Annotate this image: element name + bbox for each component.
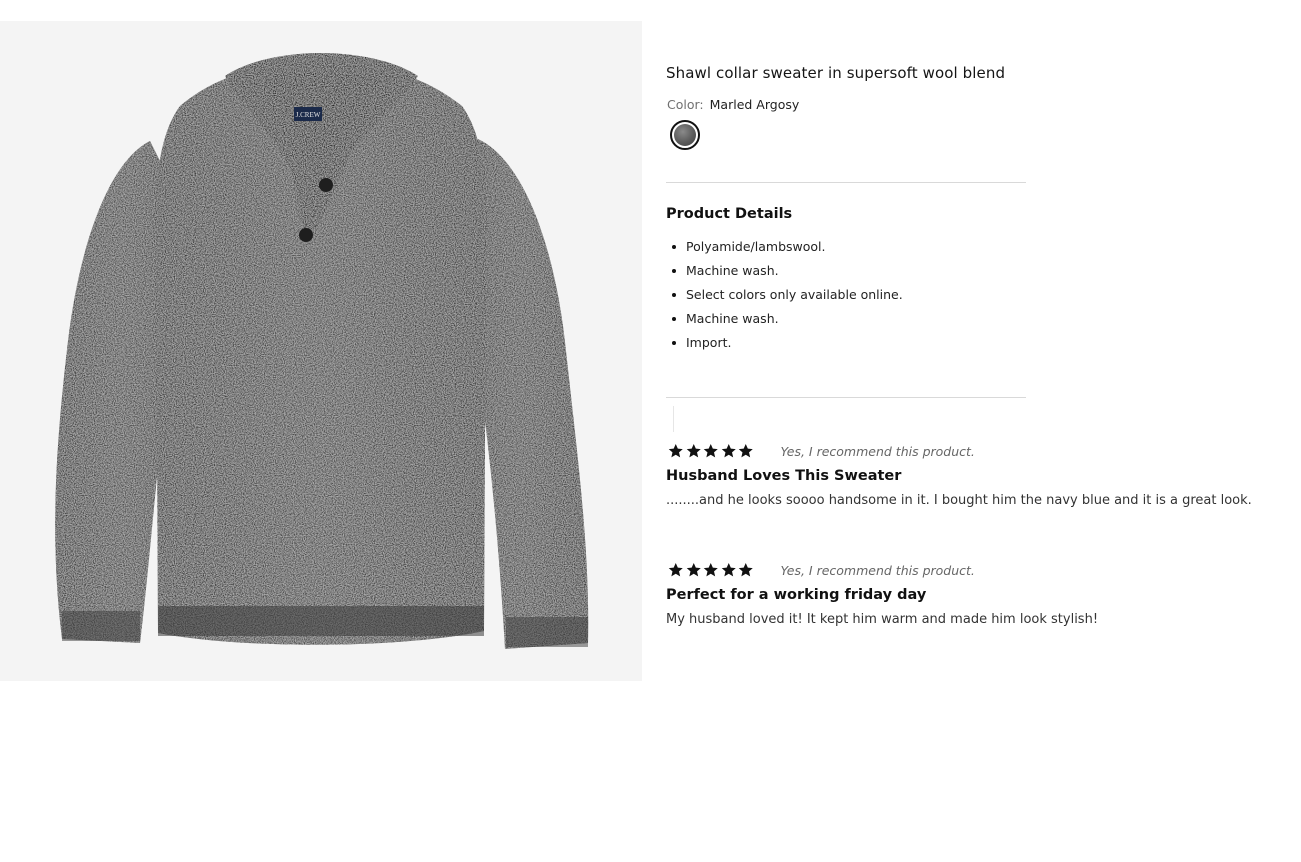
review-body: ........and he looks soooo handsome in i… — [666, 493, 1252, 508]
list-item: Select colors only available online. — [672, 283, 903, 307]
star-icon — [703, 563, 718, 577]
divider-mark — [673, 406, 674, 432]
color-row: Color: Marled Argosy — [667, 97, 799, 113]
color-swatch-marled-argosy[interactable] — [670, 120, 700, 150]
review-meta: Yes, I recommend this product. — [666, 442, 1296, 460]
list-item: Import. — [672, 331, 903, 355]
product-details-list: Polyamide/lambswool. Machine wash. Selec… — [666, 235, 903, 355]
recommend-text: Yes, I recommend this product. — [780, 562, 975, 578]
star-rating — [667, 562, 755, 578]
product-image[interactable]: J.CREW — [0, 21, 642, 681]
review-body: My husband loved it! It kept him warm an… — [666, 612, 1099, 627]
review-meta: Yes, I recommend this product. — [666, 561, 1296, 579]
brand-label: J.CREW — [296, 111, 321, 119]
star-icon — [721, 563, 736, 577]
product-title: Shawl collar sweater in supersoft wool b… — [666, 64, 1006, 82]
color-label: Color: — [667, 97, 704, 112]
recommend-text: Yes, I recommend this product. — [780, 443, 975, 459]
review-title: Perfect for a working friday day — [666, 587, 927, 603]
star-icon — [703, 444, 718, 458]
swatch-fill — [674, 124, 696, 146]
sweater-illustration: J.CREW — [55, 53, 589, 649]
star-icon — [738, 563, 753, 577]
color-value: Marled Argosy — [709, 97, 800, 112]
review-item: Yes, I recommend this product. Husband L… — [666, 442, 1296, 510]
list-item: Machine wash. — [672, 307, 903, 331]
divider — [666, 182, 1026, 183]
review-item: Yes, I recommend this product. Perfect f… — [666, 561, 1296, 629]
star-icon — [668, 563, 683, 577]
list-item: Machine wash. — [672, 259, 903, 283]
star-icon — [721, 444, 736, 458]
star-icon — [686, 444, 701, 458]
product-details-heading: Product Details — [666, 206, 793, 222]
review-title: Husband Loves This Sweater — [666, 468, 902, 484]
divider — [666, 397, 1026, 398]
star-icon — [738, 444, 753, 458]
list-item: Polyamide/lambswool. — [672, 235, 903, 259]
star-icon — [668, 444, 683, 458]
star-rating — [667, 443, 755, 459]
star-icon — [686, 563, 701, 577]
